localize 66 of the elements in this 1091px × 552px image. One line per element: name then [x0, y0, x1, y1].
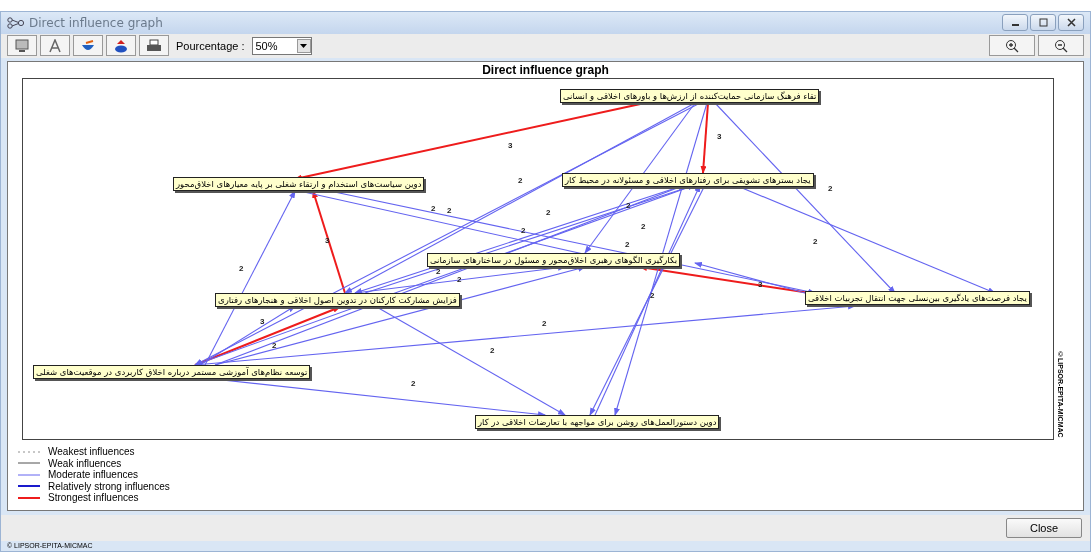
graph-title: Direct influence graph: [481, 61, 610, 78]
weight-label: 2: [447, 205, 452, 215]
legend-label: Relatively strong influences: [48, 480, 170, 492]
bowl-arrow-icon: [80, 38, 96, 53]
weight-label: 2: [239, 263, 244, 273]
legend-line-icon: [18, 471, 40, 478]
weight-label: 2: [828, 183, 833, 193]
minimize-button[interactable]: [1002, 14, 1028, 32]
weight-label: 2: [546, 207, 551, 217]
weight-label: 2: [650, 290, 655, 300]
legend-label: Moderate influences: [48, 469, 139, 481]
close-dialog-button[interactable]: Close: [1006, 518, 1082, 538]
variable-node: فزایش مشارکت کارکنان در تدوین اصول اخلاقی و هنجارهای رفتاری: [215, 292, 460, 307]
variable-node: یجاد فرصت‌های یادگیری بین‌نسلی جهت انتقال تجربیات اخلاقی: [805, 290, 1030, 305]
percentage-label: Pourcentage :: [176, 39, 245, 52]
weight-label: 2: [457, 274, 462, 284]
legend-line-icon: [18, 494, 40, 501]
up-arrow-icon: [113, 38, 129, 53]
export-button[interactable]: [106, 35, 136, 57]
weight-label: 2: [436, 266, 441, 276]
window-title: Direct influence graph: [29, 15, 163, 30]
legend-line-icon: [18, 448, 40, 455]
weight-label: 3: [260, 316, 265, 326]
variable-node: تقاء فرهنگ سازمانی حمایت‌کننده از ارزش‌ها و باورهای اخلاقی و انسانی: [560, 88, 820, 103]
zoom-in-icon: [1005, 38, 1019, 53]
weight-label: 2: [490, 345, 495, 355]
variable-node: توسعه نظام‌های آموزشی مستمر درباره اخلاق کاربردی در موقعیت‌های شغلی: [33, 364, 311, 379]
caret-icon: [300, 43, 307, 48]
weight-label: 2: [272, 340, 277, 350]
font-button[interactable]: [40, 35, 70, 57]
monitor-button[interactable]: [7, 35, 37, 57]
variable-node: یجاد بسترهای تشویقی برای رفتارهای اخلاقی و مسئولانه در محیط کار: [562, 172, 814, 187]
font-icon: [47, 38, 63, 53]
weight-label: 2: [518, 175, 523, 185]
zoom-out-button[interactable]: [1038, 35, 1084, 57]
variable-node: دوین دستورالعمل‌های روشن برای مواجهه با تعارضات اخلاقی در کار: [475, 414, 720, 429]
bowl-arrow-button[interactable]: [73, 35, 103, 57]
monitor-icon: [14, 38, 30, 53]
weight-label: 3: [758, 279, 763, 289]
weight-label: 2: [626, 200, 631, 210]
close-icon: [1066, 18, 1076, 28]
legend-line-icon: [18, 460, 40, 467]
maximize-icon: [1038, 18, 1048, 28]
weight-label: 2: [625, 239, 630, 249]
legend-line-icon: [18, 483, 40, 490]
zoom-out-icon: [1054, 38, 1068, 53]
zoom-in-button[interactable]: [989, 35, 1035, 57]
legend-label: Weakest influences: [48, 446, 135, 458]
legend-label: Weak influences: [48, 457, 122, 469]
close-button[interactable]: [1058, 14, 1084, 32]
weight-label: 3: [508, 140, 513, 150]
weight-label: 3: [325, 235, 330, 245]
weight-label: 2: [641, 221, 646, 231]
print-button[interactable]: [139, 35, 169, 57]
legend-label: Strongest influences: [48, 492, 139, 504]
weight-label: 2: [542, 318, 547, 328]
variable-node: دوین سیاست‌های استخدام و ارتقاء شغلی بر پایه معیارهای اخلاق‌محور: [173, 176, 425, 191]
variable-node: بکارگیری الگوهای رهبری اخلاق‌محور و مسئول در ساختارهای سازمانی: [427, 252, 681, 267]
weight-label: 2: [521, 225, 526, 235]
weight-label: 2: [813, 236, 818, 246]
weight-label: 3: [717, 131, 722, 141]
percentage-dropdown[interactable]: 50%: [251, 36, 312, 55]
graph-nodes-icon: [7, 16, 25, 29]
weight-label: 2: [431, 203, 436, 213]
weight-label: 2: [411, 378, 416, 388]
printer-icon: [146, 38, 162, 53]
